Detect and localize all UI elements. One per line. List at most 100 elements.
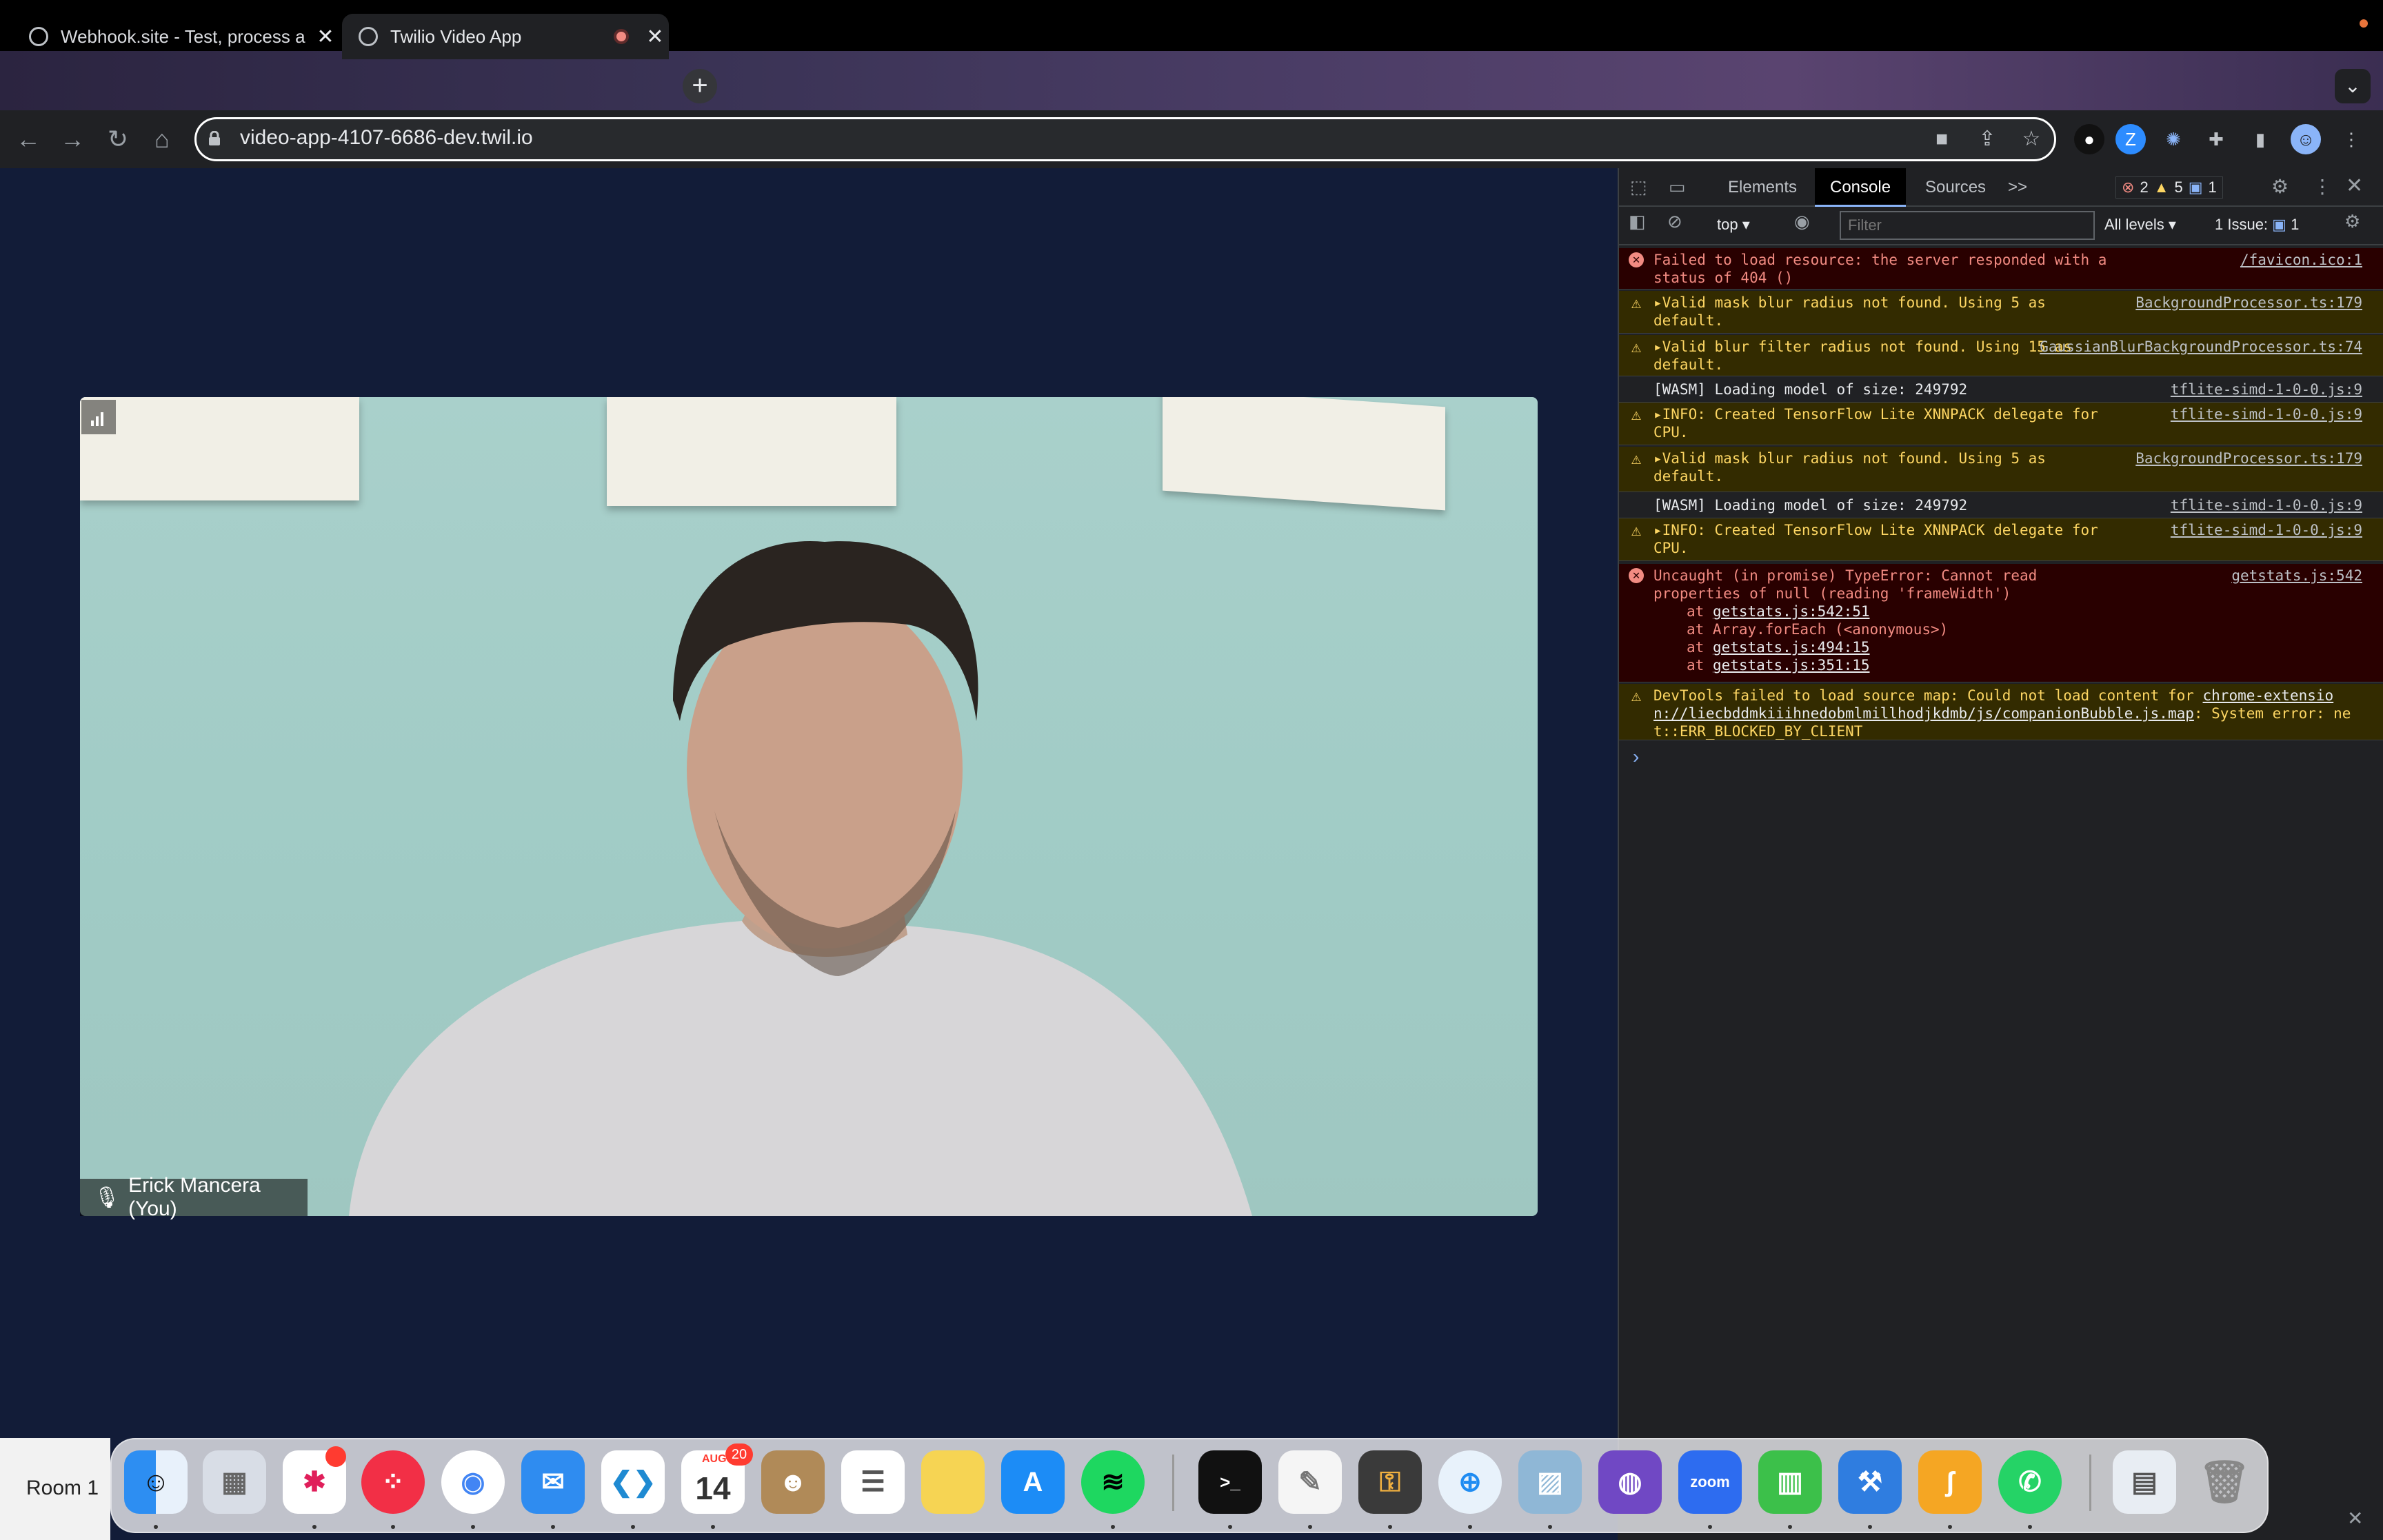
reminders-icon[interactable]: ☰	[841, 1450, 905, 1514]
context-label: top	[1717, 216, 1738, 233]
close-devtools-icon[interactable]: ✕	[2346, 174, 2363, 198]
console-message-info[interactable]: [WASM] Loading model of size: 249792 tfli…	[1619, 494, 2383, 518]
devtools-tab-sources[interactable]: Sources	[1910, 168, 2001, 207]
console-message-warn[interactable]: ⚠ ▸Valid mask blur radius not found. Usin…	[1619, 447, 2383, 492]
message-source-link[interactable]: tflite-simd-1-0-0.js:9	[2171, 521, 2362, 539]
console-settings-icon[interactable]: ⚙	[2344, 211, 2360, 232]
participant-name: Erick Mancera (You)	[128, 1174, 261, 1220]
more-menu-icon[interactable]: ⋮	[2336, 124, 2366, 154]
devtools-more-icon[interactable]: ⋮	[2313, 175, 2332, 198]
tab-search-button[interactable]: ⌄	[2335, 69, 2371, 103]
xcode-icon[interactable]: ⚒	[1838, 1450, 1902, 1514]
safari-icon[interactable]: ⊕	[1438, 1450, 1502, 1514]
numbers-icon[interactable]: ▥	[1758, 1450, 1822, 1514]
message-source-link[interactable]: getstats.js:542	[2231, 567, 2362, 585]
log-levels-dropdown[interactable]: All levels ▾	[2104, 210, 2176, 240]
lock-icon[interactable]	[207, 131, 222, 146]
keychain-icon[interactable]: ⚿	[1358, 1450, 1422, 1514]
extension-icon[interactable]: ●	[2074, 124, 2104, 154]
message-text: DevTools failed to load source map: Coul…	[1653, 687, 2203, 704]
sublime-icon[interactable]: ʃ	[1918, 1450, 1982, 1514]
tab-twilio-video-app[interactable]: Twilio Video App ✕	[342, 14, 669, 59]
zoom-icon[interactable]: zoom	[1678, 1450, 1742, 1514]
side-panel-icon[interactable]: ▮	[2245, 124, 2275, 154]
calendar-badge: 20	[725, 1443, 753, 1466]
twilio-icon[interactable]: ⁘	[361, 1450, 425, 1514]
console-message-warn[interactable]: ⚠ DevTools failed to load source map: Cou…	[1619, 684, 2383, 740]
forward-icon[interactable]: →	[57, 124, 88, 156]
mail-icon[interactable]: ✉	[521, 1450, 585, 1514]
console-message-warn[interactable]: ⚠ ▸Valid mask blur radius not found. Usin…	[1619, 291, 2383, 334]
url-text[interactable]: video-app-4107-6686-dev.twil.io	[240, 126, 533, 150]
message-source-link[interactable]: tflite-simd-1-0-0.js:9	[2171, 405, 2362, 423]
profile-avatar[interactable]: ☺	[2291, 124, 2321, 154]
puzzle-icon[interactable]: ✚	[2201, 124, 2231, 154]
dock-separator	[1172, 1455, 1174, 1511]
message-source-link[interactable]: BackgroundProcessor.ts:179	[2135, 449, 2362, 467]
message-source-link[interactable]: GaussianBlurBackgroundProcessor.ts:74	[2040, 338, 2362, 356]
camera-icon[interactable]: ■	[1929, 127, 1954, 152]
spotify-icon[interactable]: ≋	[1081, 1450, 1145, 1514]
home-icon[interactable]: ⌂	[146, 124, 178, 156]
preview-icon[interactable]: ▨	[1518, 1450, 1582, 1514]
running-indicator	[312, 1525, 316, 1529]
gear-extension-icon[interactable]: ✺	[2158, 124, 2189, 154]
contacts-icon[interactable]: ☻	[761, 1450, 825, 1514]
live-expression-eye-icon[interactable]: ◉	[1794, 211, 1810, 232]
stack-link[interactable]: getstats.js:542:51	[1713, 603, 1870, 620]
sidebar-toggle-icon[interactable]: ◧	[1629, 211, 1646, 232]
finder-icon[interactable]: ☺	[124, 1450, 188, 1514]
share-icon[interactable]: ⇪	[1975, 127, 2000, 152]
message-source-link[interactable]: BackgroundProcessor.ts:179	[2135, 294, 2362, 312]
launchpad-icon[interactable]: ▦	[203, 1450, 266, 1514]
github-icon[interactable]: ◍	[1598, 1450, 1662, 1514]
whatsapp-icon[interactable]: ✆	[1998, 1450, 2062, 1514]
warning-icon: ⚠	[1631, 520, 1642, 540]
vscode-icon[interactable]: ❮❯	[601, 1450, 665, 1514]
devtools-tab-console[interactable]: Console	[1815, 168, 1907, 207]
terminal-icon[interactable]: >_	[1198, 1450, 1262, 1514]
message-count: 1	[2208, 179, 2217, 196]
message-source-link[interactable]: tflite-simd-1-0-0.js:9	[2171, 496, 2362, 514]
tab-webhook-site[interactable]: Webhook.site - Test, process a ✕	[8, 14, 339, 59]
close-drawer-icon[interactable]: ✕	[2347, 1507, 2363, 1530]
console-message-error[interactable]: ✕ Uncaught (in promise) TypeError: Cannot…	[1619, 564, 2383, 682]
trash-icon[interactable]: 🗑	[2193, 1450, 2256, 1514]
console-message-error[interactable]: ✕ Failed to load resource: the server res…	[1619, 248, 2383, 290]
more-tabs-icon[interactable]: >>	[1993, 168, 2042, 207]
console-message-warn[interactable]: ⚠ ▸INFO: Created TensorFlow Lite XNNPACK …	[1619, 403, 2383, 445]
issue-counters[interactable]: ⊗ 2 ▲ 5 ▣ 1	[2115, 176, 2223, 199]
message-source-link[interactable]: tflite-simd-1-0-0.js:9	[2171, 381, 2362, 398]
message-text: ▸Valid mask blur radius not found. Using…	[1653, 450, 2046, 485]
console-filter-input[interactable]	[1840, 211, 2095, 240]
console-message-info[interactable]: [WASM] Loading model of size: 249792 tfli…	[1619, 378, 2383, 403]
downloads-folder-icon[interactable]: ▤	[2113, 1450, 2176, 1514]
context-selector[interactable]: top ▾	[1717, 210, 1750, 240]
message-source-link[interactable]: /favicon.ico:1	[2240, 251, 2362, 269]
new-tab-button[interactable]: +	[683, 69, 717, 103]
warning-icon: ⚠	[1631, 337, 1642, 356]
bookmark-star-icon[interactable]: ☆	[2019, 127, 2044, 152]
clear-console-icon[interactable]: ⊘	[1667, 211, 1682, 232]
device-toolbar-icon[interactable]: ▭	[1669, 176, 1686, 198]
textedit-icon[interactable]: ✎	[1278, 1450, 1342, 1514]
message-text: [WASM] Loading model of size: 249792	[1653, 381, 1968, 398]
error-icon: ✕	[1629, 568, 1644, 583]
devtools-tab-elements[interactable]: Elements	[1713, 168, 1812, 207]
back-icon[interactable]: ←	[12, 124, 44, 156]
close-tab-icon[interactable]: ✕	[312, 25, 339, 49]
close-tab-icon[interactable]: ✕	[641, 25, 669, 49]
inspect-element-icon[interactable]: ⬚	[1630, 176, 1647, 198]
stack-link[interactable]: getstats.js:494:15	[1713, 639, 1870, 656]
issues-button[interactable]: 1 Issue: ▣ 1	[2215, 210, 2299, 240]
zoom-extension-icon[interactable]: Z	[2115, 124, 2146, 154]
reload-icon[interactable]: ↻	[102, 124, 134, 156]
stack-link[interactable]: getstats.js:351:15	[1713, 657, 1870, 673]
notes-icon[interactable]	[921, 1450, 985, 1514]
chrome-icon[interactable]: ◉	[441, 1450, 505, 1514]
settings-gear-icon[interactable]: ⚙	[2271, 175, 2289, 198]
console-message-warn[interactable]: ⚠ ▸INFO: Created TensorFlow Lite XNNPACK …	[1619, 518, 2383, 561]
console-message-warn[interactable]: ⚠ ▸Valid blur filter radius not found. Us…	[1619, 335, 2383, 376]
app-store-icon[interactable]: A	[1001, 1450, 1065, 1514]
console-prompt[interactable]: ›	[1633, 746, 1639, 768]
